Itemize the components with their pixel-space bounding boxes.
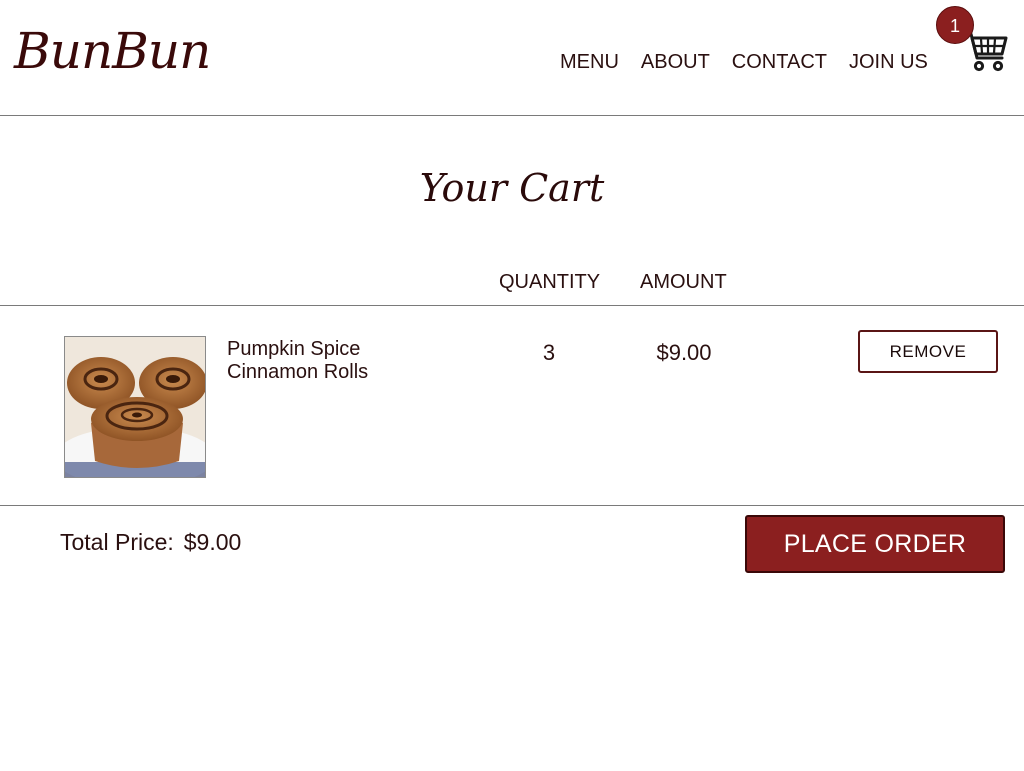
column-header-amount: AMOUNT (640, 271, 727, 293)
cart-item-name[interactable]: Pumpkin Spice Cinnamon Rolls (227, 338, 407, 384)
main-nav: MENU ABOUT CONTACT JOIN US (560, 51, 950, 73)
cart-item-amount: $9.00 (656, 340, 712, 365)
brand-logo[interactable]: BunBun (14, 26, 211, 76)
cinnamon-rolls-photo (64, 336, 206, 478)
nav-item-about[interactable]: ABOUT (641, 51, 710, 73)
table-bottom-divider (0, 505, 1024, 506)
nav-item-menu[interactable]: MENU (560, 51, 619, 73)
cart-count-badge: 1 (936, 6, 974, 44)
site-header: BunBun MENU ABOUT CONTACT JOIN US 1 (0, 0, 1024, 116)
place-order-button[interactable]: PLACE ORDER (745, 515, 1005, 573)
column-header-quantity: QUANTITY (499, 271, 601, 293)
page-title: Your Cart (419, 166, 605, 210)
remove-item-button[interactable]: REMOVE (858, 330, 998, 373)
total-price: Total Price: $9.00 (60, 529, 241, 556)
total-price-value: $9.00 (183, 529, 242, 555)
total-price-label: Total Price: (60, 529, 174, 555)
table-top-divider (0, 305, 1024, 306)
nav-item-contact[interactable]: CONTACT (732, 51, 827, 73)
cart-item-quantity: 3 (542, 340, 556, 365)
nav-item-join-us[interactable]: JOIN US (849, 51, 928, 73)
